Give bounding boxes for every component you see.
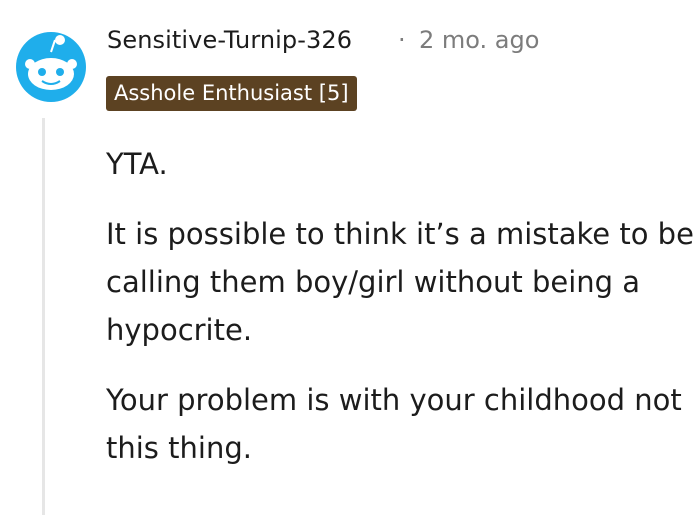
comment-paragraph: Your problem is with your childhood not … bbox=[106, 383, 682, 465]
comment: Sensitive-Turnip-326 · 2 mo. ago Asshole… bbox=[0, 0, 700, 515]
author-username[interactable]: Sensitive-Turnip-326 bbox=[107, 26, 352, 54]
snoo-avatar-icon[interactable] bbox=[14, 30, 88, 104]
comment-paragraph: YTA. bbox=[106, 147, 168, 181]
thread-line[interactable] bbox=[42, 118, 45, 515]
comment-timestamp[interactable]: 2 mo. ago bbox=[419, 26, 539, 54]
meta-separator: · bbox=[398, 26, 406, 54]
comment-paragraph: It is possible to think it’s a mistake t… bbox=[106, 217, 694, 347]
comment-body: YTA. It is possible to think it’s a mist… bbox=[106, 140, 698, 494]
user-flair: Asshole Enthusiast [5] bbox=[106, 76, 357, 111]
